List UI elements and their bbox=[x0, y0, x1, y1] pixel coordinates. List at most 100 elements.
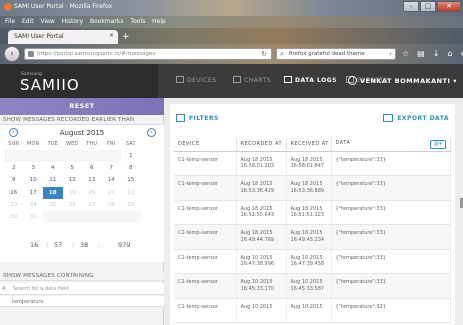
data-field-search[interactable]: ⌕ Search for a data field bbox=[0, 283, 164, 295]
weekday-label: THU bbox=[86, 142, 98, 147]
date-picker: ‹ August 2015 › SUN MON TUE WED THU FRI SAT 1 2 3… bbox=[0, 125, 164, 262]
field-suggestion[interactable]: temperature bbox=[0, 296, 164, 307]
bookmarks-icon[interactable]: ▤ bbox=[417, 49, 425, 58]
calendar-day[interactable]: 10 bbox=[24, 174, 44, 186]
data-logs-panel: FILTERS EXPORT DATA DEVICE RECORDED AT R… bbox=[170, 104, 455, 325]
menu-tools[interactable]: Tools bbox=[130, 18, 145, 25]
calendar-day-selected[interactable]: 18 bbox=[43, 186, 63, 199]
close-button[interactable]: ✕ bbox=[437, 1, 461, 12]
calendar-day[interactable]: 13 bbox=[82, 174, 102, 186]
filters-button[interactable]: FILTERS bbox=[176, 114, 219, 122]
menu-file[interactable]: File bbox=[5, 18, 15, 25]
reset-button[interactable]: RESET bbox=[0, 98, 164, 115]
window-title-bar: SAMI User Portal - Mozilla Firefox – □ ✕ bbox=[0, 0, 463, 16]
maximize-button[interactable]: □ bbox=[420, 1, 436, 12]
calendar-day bbox=[4, 150, 24, 163]
recorded-at-line: Aug 10 2015 bbox=[240, 303, 273, 310]
nav-devices[interactable]: DEVICES bbox=[176, 76, 217, 84]
calendar-day[interactable]: 20 bbox=[82, 187, 102, 199]
calendar-day[interactable]: 27 bbox=[82, 199, 102, 211]
search-bar[interactable]: ⌕ firefox grateful dead theme › bbox=[276, 48, 396, 60]
hour-field[interactable]: 16 bbox=[30, 241, 38, 249]
calendar-day[interactable]: 24 bbox=[24, 199, 44, 211]
menu-view[interactable]: View bbox=[41, 18, 55, 25]
calendar-day[interactable]: 7 bbox=[102, 162, 122, 174]
recorded-at-cell: Aug 18 2015 16:49:44.769 bbox=[236, 224, 287, 250]
col-recorded-at[interactable]: RECORDED AT bbox=[236, 138, 287, 152]
calendar-day bbox=[101, 150, 121, 163]
col-data[interactable]: DATA ▥▾ bbox=[331, 138, 451, 152]
new-tab-icon[interactable]: + bbox=[122, 32, 130, 42]
calendar-day[interactable]: 11 bbox=[43, 174, 63, 186]
menu-help[interactable]: Help bbox=[152, 18, 166, 25]
search-engine-icon[interactable]: ⌕ bbox=[280, 50, 284, 59]
close-tab-icon[interactable]: × bbox=[109, 32, 114, 39]
calendar-day[interactable]: 2 bbox=[4, 162, 24, 174]
device-cell: C1-temp-sensor bbox=[174, 151, 237, 176]
table-row[interactable]: C1-temp-sensor Aug 10 2015 16:45:33.170 Aug… bbox=[174, 273, 451, 299]
export-data-button[interactable]: EXPORT DATA bbox=[383, 114, 449, 122]
home-icon[interactable]: ⌂ bbox=[447, 49, 452, 58]
star-icon[interactable]: ☆ bbox=[402, 49, 409, 58]
menu-edit[interactable]: Edit bbox=[22, 18, 34, 25]
calendar-day[interactable]: 12 bbox=[63, 174, 83, 186]
toolbar-icons: ☆ ▤ ↓ ⌂ ≡ bbox=[402, 49, 463, 58]
menu-bookmarks[interactable]: Bookmarks bbox=[90, 18, 124, 25]
calendar-day[interactable]: 4 bbox=[43, 162, 63, 174]
calendar-day[interactable]: 28 bbox=[102, 199, 122, 211]
brand-logo[interactable]: Samsung SAMIIO bbox=[0, 64, 158, 98]
window-controls: – □ ✕ bbox=[403, 1, 461, 12]
calendar-day bbox=[101, 210, 121, 224]
calendar-day[interactable]: 17 bbox=[24, 187, 44, 199]
table-row[interactable]: C1-temp-sensor Aug 18 2015 16:51:50.643 Aug… bbox=[174, 200, 451, 225]
calendar-day[interactable]: 23 bbox=[4, 199, 24, 211]
minute-field[interactable]: 57 bbox=[54, 241, 62, 249]
calendar-day[interactable]: 30 bbox=[4, 211, 24, 223]
calendar-day[interactable]: 16 bbox=[4, 187, 24, 199]
recorded-at-line: 16:45:33.170 bbox=[240, 285, 275, 292]
second-field[interactable]: 38 bbox=[80, 241, 88, 249]
calendar-day[interactable]: 1 bbox=[121, 150, 141, 162]
table-row[interactable]: C1-temp-sensor Aug 10 2015 16:47:38.996 Aug… bbox=[174, 249, 451, 274]
received-at-line: 16:45:33.587 bbox=[290, 285, 325, 292]
calendar-day[interactable]: 5 bbox=[63, 162, 83, 174]
browser-tab[interactable]: SAMI User Portal × bbox=[8, 30, 118, 44]
calendar-month-title[interactable]: August 2015 bbox=[0, 129, 164, 137]
calendar-day[interactable]: 8 bbox=[121, 162, 141, 174]
calendar-day[interactable]: 14 bbox=[102, 174, 122, 186]
calendar-day[interactable]: 15 bbox=[121, 174, 141, 186]
minimize-button[interactable]: – bbox=[403, 1, 419, 12]
calendar-day[interactable]: 29 bbox=[121, 199, 141, 211]
nav-data-logs[interactable]: DATA LOGS bbox=[284, 76, 337, 84]
calendar-day[interactable]: 31 bbox=[24, 211, 44, 223]
calendar-day[interactable]: 9 bbox=[4, 174, 24, 186]
column-picker-icon[interactable]: ▥▾ bbox=[430, 139, 446, 149]
calendar-day[interactable]: 21 bbox=[102, 187, 122, 199]
calendar-day[interactable]: 19 bbox=[63, 187, 83, 199]
table-row[interactable]: C1-temp-sensor Aug 18 2015 16:49:44.769 Aug… bbox=[174, 224, 451, 250]
calendar-day[interactable]: 6 bbox=[82, 162, 102, 174]
next-month-icon[interactable]: › bbox=[147, 128, 156, 137]
download-icon[interactable]: ↓ bbox=[433, 49, 440, 58]
search-go-icon[interactable]: › bbox=[389, 50, 392, 58]
received-at-line: 16:47:39.458 bbox=[290, 261, 325, 267]
messages-table: DEVICE RECORDED AT RECEIVED AT DATA ▥▾ C1… bbox=[174, 138, 451, 323]
calendar-day[interactable]: 25 bbox=[43, 199, 63, 211]
calendar-day[interactable]: 26 bbox=[63, 199, 83, 211]
back-button[interactable]: ‹ bbox=[4, 46, 20, 62]
nav-charts[interactable]: CHARTS bbox=[233, 76, 271, 84]
table-row[interactable]: C1-temp-sensor Aug 10 2015 Aug 10 2015 {"te… bbox=[174, 298, 451, 323]
table-row[interactable]: C1-temp-sensor Aug 18 2015 16:53:36.429 Aug… bbox=[174, 175, 451, 201]
url-bar[interactable]: https://portal.samsungsami.io/#/messages… bbox=[24, 48, 272, 60]
col-device[interactable]: DEVICE bbox=[174, 138, 237, 152]
millisecond-field[interactable]: 979 bbox=[118, 241, 130, 249]
menu-history[interactable]: History bbox=[62, 18, 83, 25]
user-menu[interactable]: VENKAT BOMMAKANTI ▾ bbox=[347, 76, 457, 85]
calendar-day[interactable]: 3 bbox=[24, 162, 44, 174]
col-received-at[interactable]: RECEIVED AT bbox=[286, 138, 332, 152]
calendar-day[interactable]: 22 bbox=[121, 187, 141, 199]
data-cell: {"temperature":33} bbox=[331, 200, 451, 225]
reload-icon[interactable]: ↻ bbox=[261, 50, 267, 58]
table-row[interactable]: C1-temp-sensor Aug 18 2015 16:58:01.203 Aug… bbox=[174, 151, 451, 176]
weekday-label: TUE bbox=[47, 142, 58, 147]
